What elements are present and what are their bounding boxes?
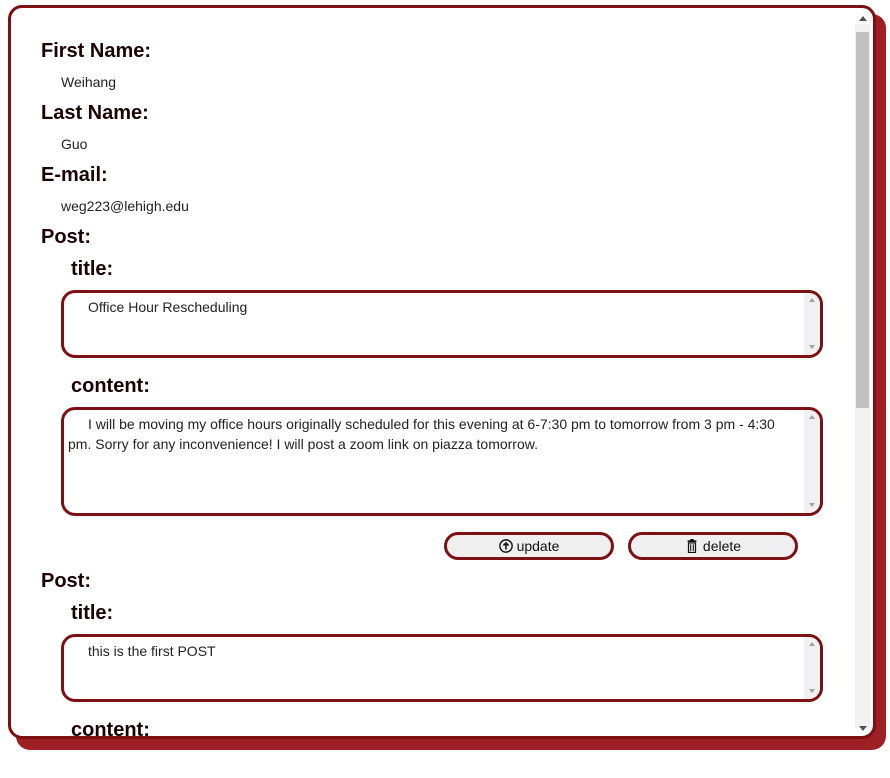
scroll-down-arrow-icon[interactable] [859,726,867,731]
post-title-label: title: [71,602,114,624]
post-title-text: Office Hour Rescheduling [88,299,248,315]
textarea-scrollbar[interactable] [804,637,820,699]
update-button[interactable]: update [444,532,614,560]
post-title-textarea[interactable]: Office Hour Rescheduling [61,290,823,358]
post-title-label: title: [71,258,114,280]
first-name-label: First Name: [41,40,152,62]
email-value: weg223@lehigh.edu [61,198,189,214]
post-title-text: this is the first POST [88,643,216,659]
arrow-up-circle-icon [498,539,513,553]
page-scrollbar[interactable] [855,16,870,731]
delete-button[interactable]: delete [628,532,798,560]
profile-card: First Name: Weihang Last Name: Guo E-mai… [8,5,876,739]
post-label: Post: [41,570,91,592]
textarea-scrollbar[interactable] [804,293,820,355]
post-content-textarea[interactable]: I will be moving my office hours origina… [61,407,823,516]
post-content-text: I will be moving my office hours origina… [68,416,775,452]
trash-icon [687,539,697,553]
post-content-label: content: [71,375,150,397]
post-label: Post: [41,226,91,248]
last-name-value: Guo [61,136,88,152]
scroll-up-arrow-icon[interactable] [859,16,867,21]
scrollbar-thumb[interactable] [856,32,869,408]
email-label: E-mail: [41,164,108,186]
card-content: First Name: Weihang Last Name: Guo E-mai… [11,8,853,736]
textarea-scrollbar[interactable] [804,410,820,513]
last-name-label: Last Name: [41,102,149,124]
update-label: update [516,538,560,554]
post-content-label: content: [71,719,150,736]
first-name-value: Weihang [61,74,117,90]
delete-label: delete [702,538,742,554]
post-title-textarea[interactable]: this is the first POST [61,634,823,702]
